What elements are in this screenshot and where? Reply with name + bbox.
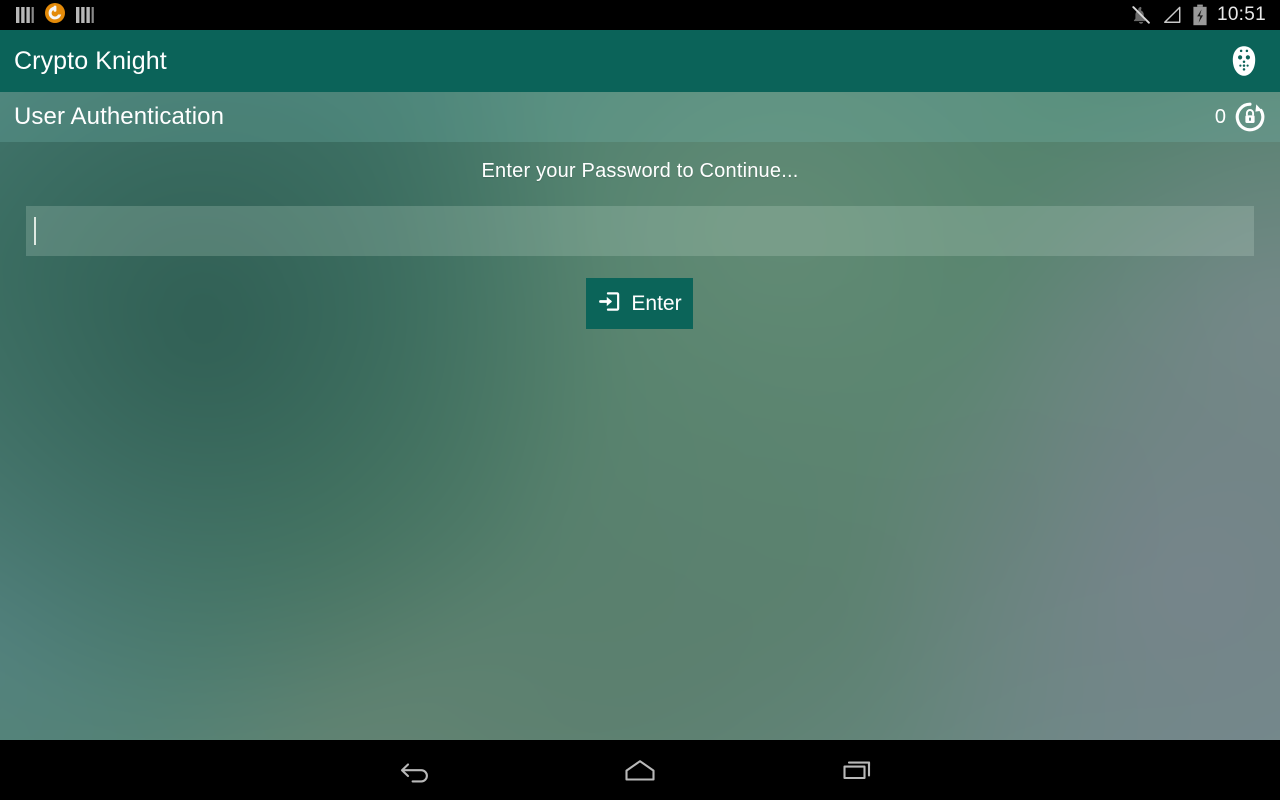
hockey-mask-icon[interactable] <box>1222 39 1266 83</box>
page-title: User Authentication <box>14 103 225 130</box>
app-logo-icon <box>44 2 66 29</box>
signal-bars-icon <box>14 5 36 25</box>
login-arrow-icon <box>597 289 622 319</box>
vibrate-off-icon <box>1130 4 1152 26</box>
enter-button-label: Enter <box>631 292 682 315</box>
android-screen: 10:51 Crypto Knight User Authentication … <box>0 0 1280 800</box>
status-bar-clock: 10:51 <box>1216 4 1266 25</box>
auto-lock-rotate-icon[interactable] <box>1230 97 1270 137</box>
app-bar: Crypto Knight <box>0 30 1280 92</box>
enter-button[interactable]: Enter <box>586 278 693 329</box>
signal-bars-icon-2 <box>74 5 96 25</box>
status-bar: 10:51 <box>0 0 1280 30</box>
password-input[interactable] <box>26 206 1254 256</box>
nav-home-icon[interactable] <box>594 740 686 800</box>
status-bar-right-icons: 10:51 <box>1130 0 1280 30</box>
nav-recents-icon[interactable] <box>812 740 904 800</box>
auth-content: Enter your Password to Continue... Enter <box>0 142 1280 740</box>
text-caret <box>34 217 36 245</box>
password-prompt-label: Enter your Password to Continue... <box>481 160 799 182</box>
context-bar: User Authentication 0 <box>0 92 1280 142</box>
app-title: Crypto Knight <box>14 46 167 75</box>
android-nav-bar <box>0 740 1280 800</box>
nav-back-icon[interactable] <box>378 740 470 800</box>
attempt-counter: 0 <box>1214 106 1226 128</box>
app-bar-actions <box>1222 39 1280 83</box>
battery-charging-icon <box>1192 4 1208 26</box>
context-bar-actions: 0 <box>1215 97 1280 137</box>
status-bar-left-icons <box>0 2 96 29</box>
signal-strength-icon <box>1161 5 1183 25</box>
